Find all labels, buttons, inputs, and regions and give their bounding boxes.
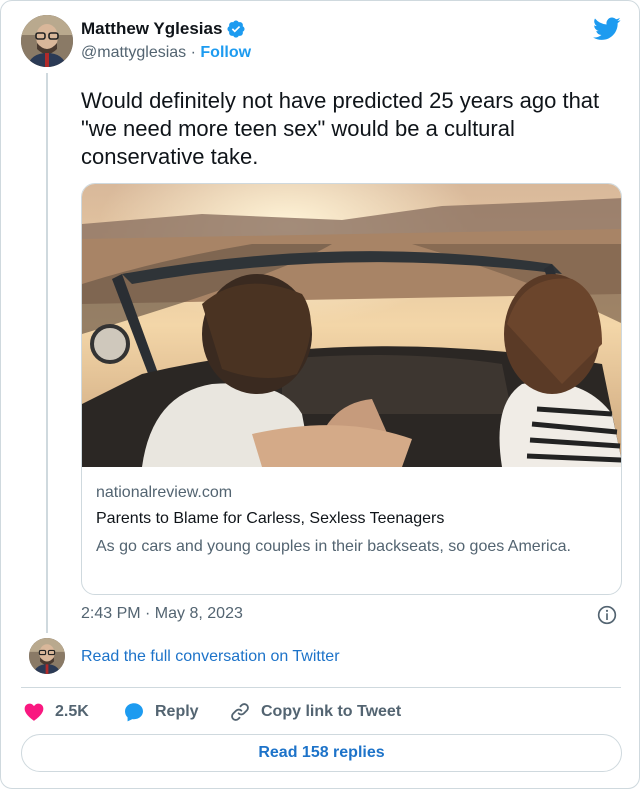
like-button[interactable]: 2.5K <box>23 701 89 723</box>
follow-button[interactable]: Follow <box>200 44 251 61</box>
link-preview-image <box>82 184 621 467</box>
thread-line <box>46 73 48 633</box>
tweet-timestamp[interactable]: 2:43 PM · May 8, 2023 <box>81 605 243 623</box>
link-description: As go cars and young couples in their ba… <box>96 538 571 555</box>
link-title: Parents to Blame for Carless, Sexless Te… <box>96 510 445 527</box>
author-avatar[interactable] <box>21 15 73 67</box>
heart-icon <box>24 703 44 721</box>
separator: · <box>190 44 196 61</box>
info-icon[interactable] <box>597 605 617 625</box>
twitter-bird-icon[interactable] <box>593 17 621 41</box>
copy-link-label: Copy link to Tweet <box>261 703 402 720</box>
author-avatar-small[interactable] <box>29 638 65 674</box>
reply-button[interactable]: Reply <box>123 701 199 723</box>
link-icon <box>231 703 249 721</box>
like-count: 2.5K <box>55 703 89 720</box>
author-name-row[interactable]: Matthew Yglesias <box>81 19 246 39</box>
divider <box>21 687 621 688</box>
tweet-embed-card: Matthew Yglesias @mattyglesias · Follow … <box>0 0 640 789</box>
reply-bubble-icon <box>125 703 143 722</box>
read-conversation-link[interactable]: Read the full conversation on Twitter <box>81 648 340 666</box>
author-handle[interactable]: @mattyglesias <box>81 44 186 61</box>
tweet-text: Would definitely not have predicted 25 y… <box>81 88 600 169</box>
author-handle-row: @mattyglesias · Follow <box>81 44 251 62</box>
reply-label: Reply <box>155 703 199 720</box>
copy-link-button[interactable]: Copy link to Tweet <box>229 701 401 723</box>
verified-badge-icon <box>227 20 245 38</box>
author-name[interactable]: Matthew Yglesias <box>81 19 222 39</box>
link-domain: nationalreview.com <box>96 484 233 501</box>
link-preview-card[interactable]: nationalreview.com Parents to Blame for … <box>81 183 622 595</box>
read-replies-button[interactable]: Read 158 replies <box>21 734 622 772</box>
